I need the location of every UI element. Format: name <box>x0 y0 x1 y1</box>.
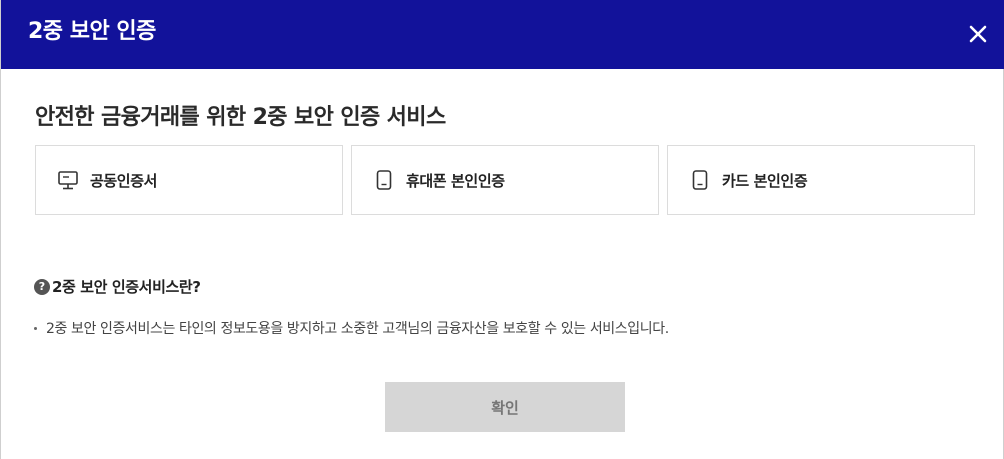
dialog-title: 2중 보안 인증 <box>28 19 156 44</box>
auth-options: 공동인증서 휴대폰 본인인증 카드 본인인증 <box>35 145 975 215</box>
bullet-icon <box>34 326 37 330</box>
dialog-header: 2중 보안 인증 <box>1 0 1004 69</box>
phone-icon <box>372 168 396 192</box>
option-certificate[interactable]: 공동인증서 <box>35 145 343 215</box>
card-icon <box>688 168 712 192</box>
question-icon: ? <box>34 278 50 295</box>
info-title: 2중 보안 인증서비스란? <box>52 278 201 296</box>
monitor-icon <box>56 168 80 192</box>
info-description-text: 2중 보안 인증서비스는 타인의 정보도용을 방지하고 소중한 고객님의 금융자… <box>46 321 669 337</box>
section-title: 안전한 금융거래를 위한 2중 보안 인증 서비스 <box>35 105 446 130</box>
option-phone[interactable]: 휴대폰 본인인증 <box>351 145 659 215</box>
close-icon <box>969 25 987 43</box>
option-label: 공동인증서 <box>90 171 158 190</box>
close-button[interactable] <box>963 19 993 49</box>
confirm-button[interactable]: 확인 <box>385 382 625 432</box>
option-label: 휴대폰 본인인증 <box>406 171 505 190</box>
two-factor-auth-dialog: 2중 보안 인증 안전한 금융거래를 위한 2중 보안 인증 서비스 공동인증서 <box>0 0 1004 459</box>
info-description: 2중 보안 인증서비스는 타인의 정보도용을 방지하고 소중한 고객님의 금융자… <box>34 318 669 338</box>
option-card[interactable]: 카드 본인인증 <box>667 145 975 215</box>
option-label: 카드 본인인증 <box>722 171 808 190</box>
info-heading: ? 2중 보안 인증서비스란? <box>34 276 201 297</box>
